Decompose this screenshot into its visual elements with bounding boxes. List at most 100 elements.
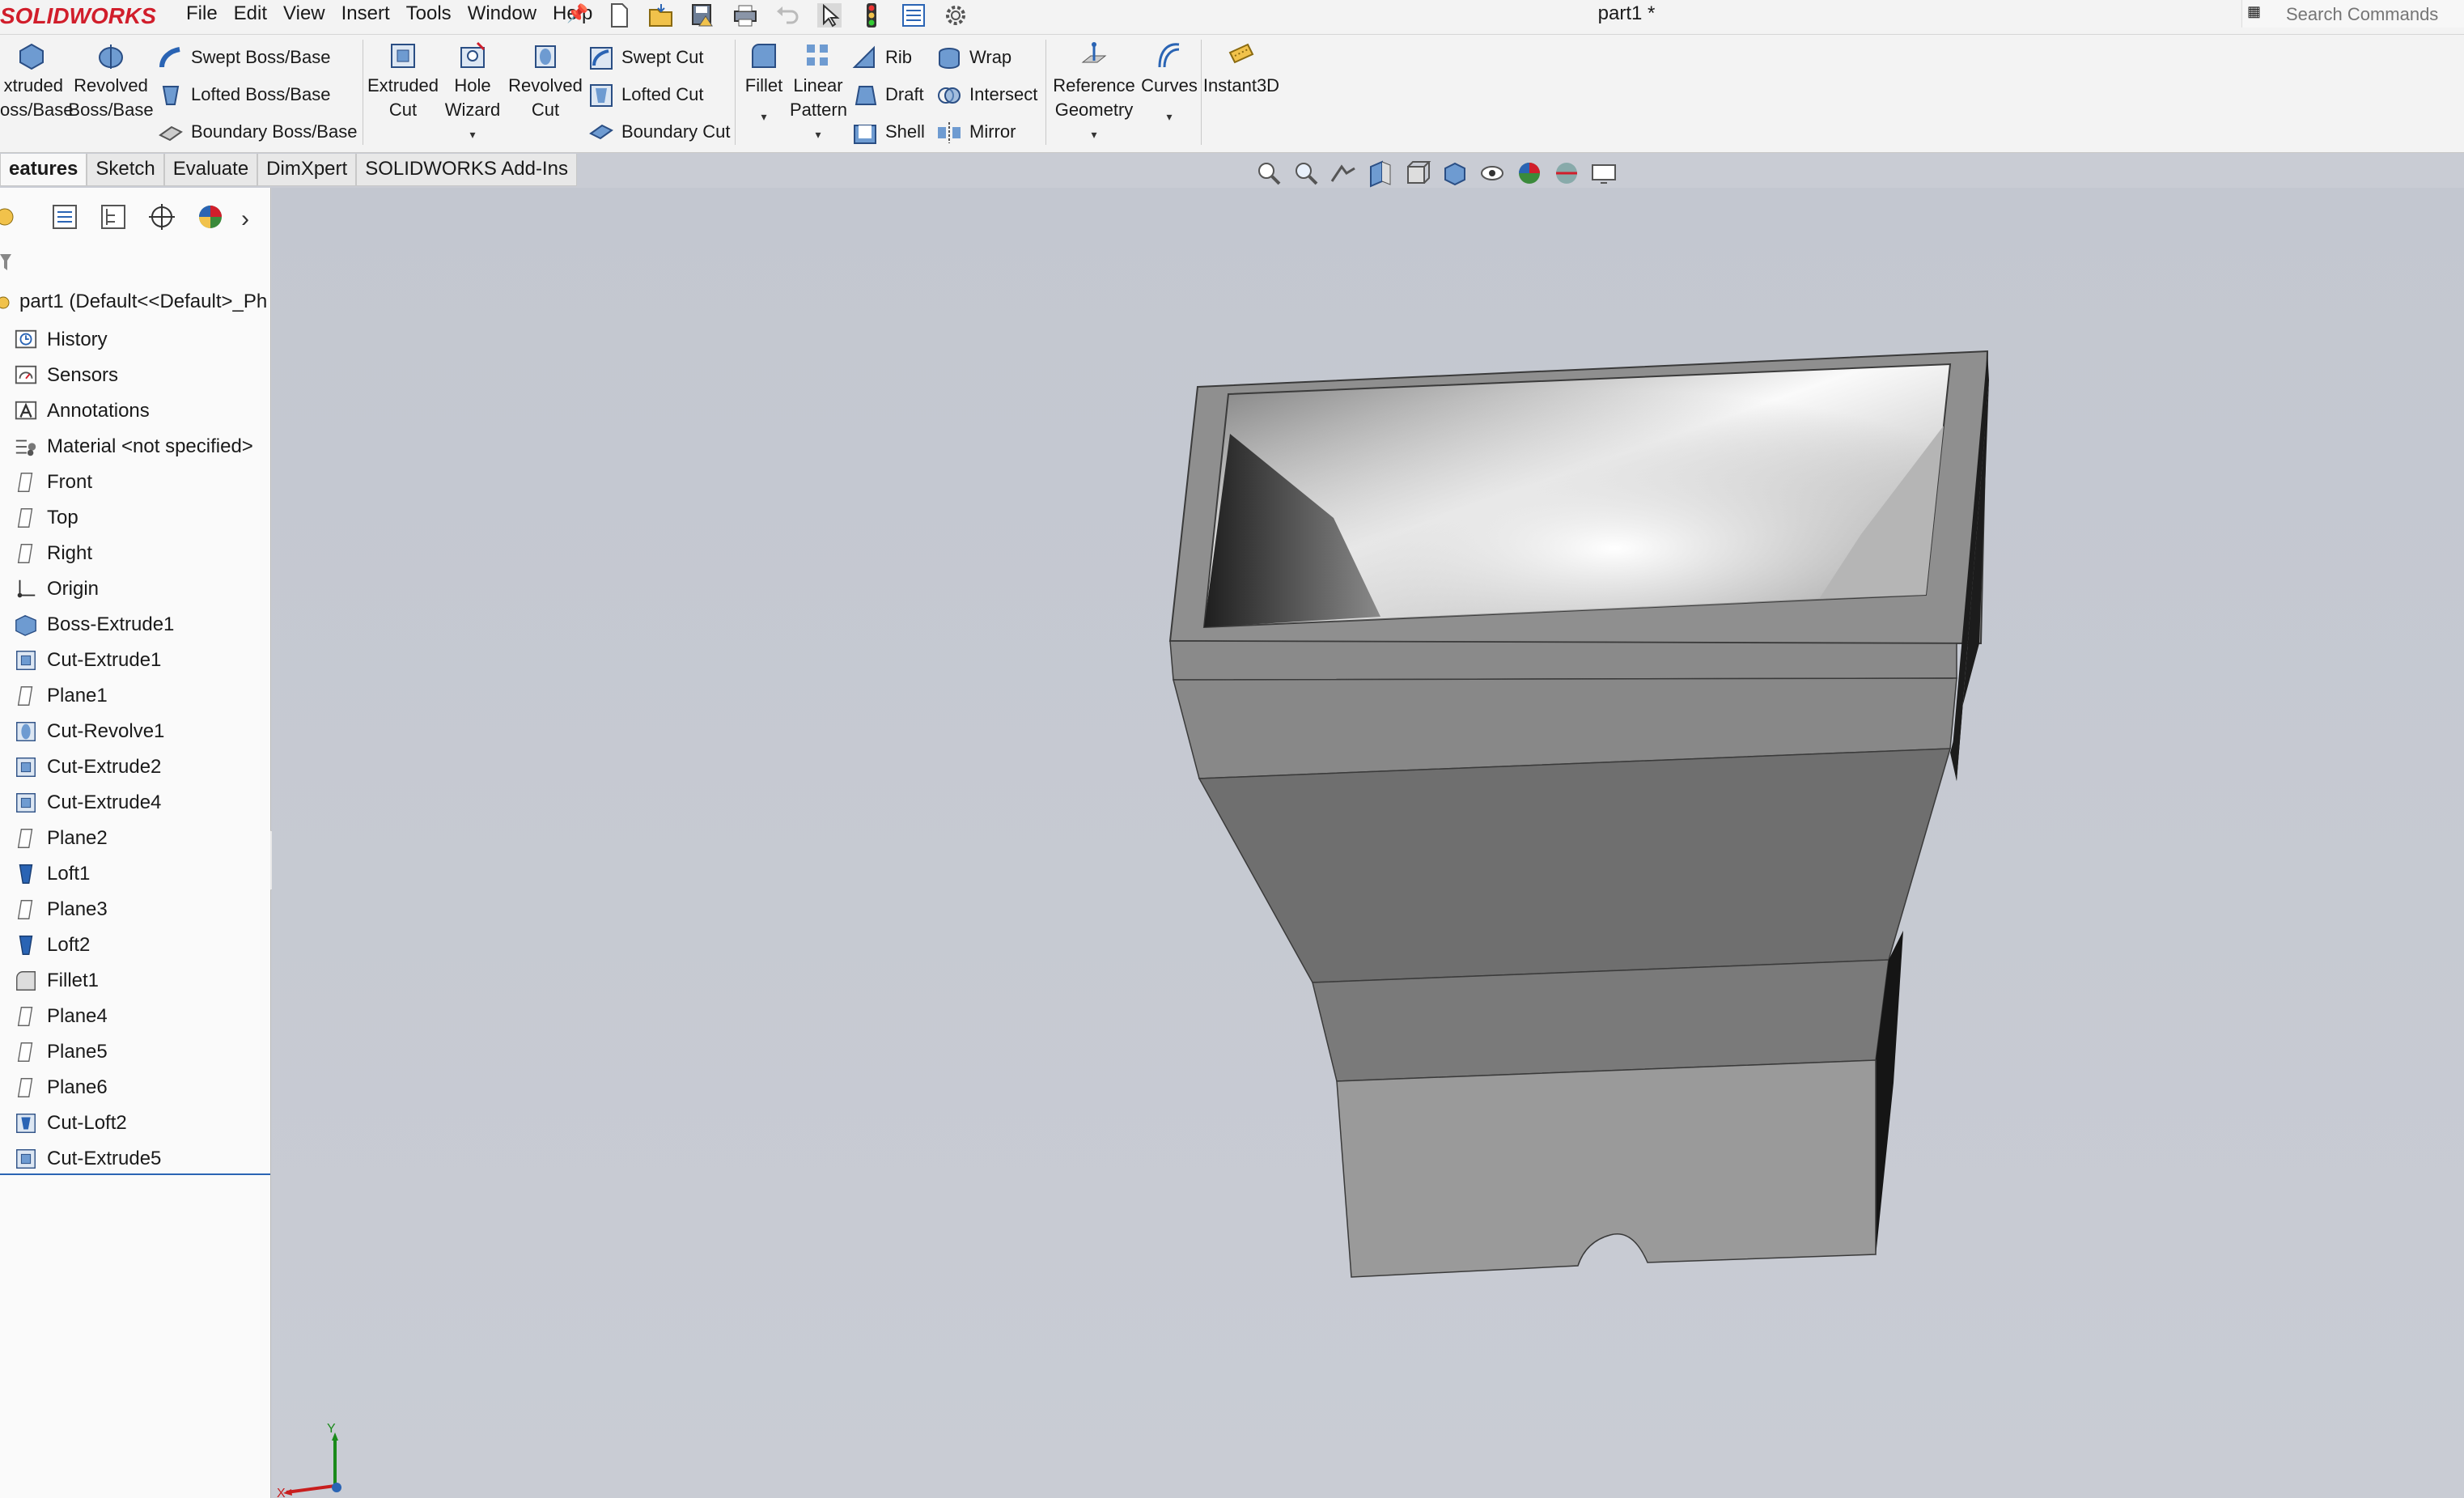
linear-pattern-dropdown-icon[interactable]: ▾ — [790, 122, 846, 146]
previous-view-icon[interactable] — [1329, 157, 1363, 189]
graphics-area[interactable] — [272, 188, 2464, 1498]
apply-scene-icon[interactable] — [1552, 157, 1586, 189]
dimxpert-manager-tab-icon[interactable] — [146, 201, 181, 236]
reference-geometry-dropdown-icon[interactable]: ▾ — [1050, 122, 1138, 146]
linear-pattern-button[interactable]: Linear Pattern ▾ — [790, 40, 847, 146]
rollback-bar[interactable] — [0, 1173, 270, 1175]
tree-item-plane5[interactable]: Plane5 — [0, 1034, 270, 1070]
mirror-button[interactable]: Mirror — [935, 116, 1016, 148]
save-icon[interactable] — [689, 2, 725, 29]
tree-item-front[interactable]: Front — [0, 465, 270, 500]
tree-item-history[interactable]: History — [0, 322, 270, 358]
menu-view[interactable]: View — [275, 0, 333, 29]
lofted-boss-button[interactable]: Lofted Boss/Base — [157, 79, 330, 111]
tree-item-plane6[interactable]: Plane6 — [0, 1070, 270, 1105]
feature-manager-tab-icon[interactable] — [0, 201, 36, 236]
rebuild-icon[interactable] — [858, 2, 893, 29]
tree-item-plane4[interactable]: Plane4 — [0, 999, 270, 1034]
tree-item-cut-extrude2[interactable]: Cut-Extrude2 — [0, 749, 270, 785]
tab-features[interactable]: eatures — [0, 154, 87, 186]
tree-item-origin[interactable]: Origin — [0, 571, 270, 607]
intersect-button[interactable]: Intersect — [935, 79, 1037, 111]
tab-sketch[interactable]: Sketch — [87, 154, 164, 186]
tree-item-right[interactable]: Right — [0, 536, 270, 571]
tree-item-sensors[interactable]: Sensors — [0, 358, 270, 393]
extruded-boss-button[interactable]: xtruded oss/Base — [0, 40, 74, 122]
swept-boss-button[interactable]: Swept Boss/Base — [157, 41, 330, 74]
shell-button[interactable]: Shell — [851, 116, 925, 148]
zoom-to-area-icon[interactable] — [1291, 157, 1325, 189]
menu-insert[interactable]: Insert — [333, 0, 398, 29]
display-style-icon[interactable] — [1440, 157, 1474, 189]
boundary-cut-button[interactable]: Boundary Cut — [587, 116, 731, 148]
tree-item-plane2[interactable]: Plane2 — [0, 821, 270, 856]
fillet-dropdown-icon[interactable]: ▾ — [740, 104, 788, 129]
tree-root-part[interactable]: part1 (Default<<Default>_Ph — [0, 286, 270, 317]
hole-wizard-button[interactable]: Hole Wizard ▾ — [442, 40, 503, 146]
menu-file[interactable]: File — [178, 0, 226, 29]
pin-icon[interactable]: 📌 — [566, 3, 588, 24]
tree-item-cut-extrude4[interactable]: Cut-Extrude4 — [0, 785, 270, 821]
instant3d-button[interactable]: Instant3D — [1202, 40, 1280, 98]
tab-dimxpert[interactable]: DimXpert — [257, 154, 357, 186]
boundary-boss-button[interactable]: Boundary Boss/Base — [157, 116, 357, 148]
print-icon[interactable] — [732, 2, 767, 29]
chevron-right-icon[interactable]: › — [241, 206, 249, 233]
menu-tools[interactable]: Tools — [398, 0, 460, 29]
revolved-boss-button[interactable]: Revolved Boss/Base — [68, 40, 154, 122]
tree-item-cut-loft2[interactable]: Cut-Loft2 — [0, 1105, 270, 1141]
tree-item-top[interactable]: Top — [0, 500, 270, 536]
part-model[interactable] — [272, 188, 2464, 1498]
tree-item-label: Top — [47, 507, 78, 528]
hide-show-items-icon[interactable] — [1478, 157, 1512, 189]
open-document-icon[interactable] — [647, 2, 683, 29]
fillet-button[interactable]: Fillet ▾ — [740, 40, 788, 129]
extruded-cut-button[interactable]: Extruded Cut — [366, 40, 440, 122]
tree-item-cut-extrude1[interactable]: Cut-Extrude1 — [0, 643, 270, 678]
options-gear-icon[interactable] — [942, 2, 978, 29]
menu-window[interactable]: Window — [460, 0, 545, 29]
section-view-icon[interactable] — [1366, 157, 1400, 189]
revolved-cut-icon — [535, 45, 556, 68]
solidworks-logo[interactable]: SOLIDWORKS — [0, 2, 162, 31]
filter-icon[interactable] — [0, 252, 13, 272]
search-icon[interactable]: ▦ — [2247, 3, 2265, 21]
reference-geometry-button[interactable]: Reference Geometry ▾ — [1050, 40, 1138, 146]
tree-item-label: Plane2 — [47, 827, 108, 849]
search-input[interactable] — [2284, 2, 2458, 27]
tree-item-boss-extrude1[interactable]: Boss-Extrude1 — [0, 607, 270, 643]
tab-solidworks-add-ins[interactable]: SOLIDWORKS Add-Ins — [356, 154, 577, 186]
hole-wizard-dropdown-icon[interactable]: ▾ — [442, 122, 503, 146]
tree-item-plane3[interactable]: Plane3 — [0, 892, 270, 927]
edit-appearance-icon[interactable] — [1515, 157, 1549, 189]
wrap-button[interactable]: Wrap — [935, 41, 1011, 74]
tree-item-fillet1[interactable]: Fillet1 — [0, 963, 270, 999]
tab-evaluate[interactable]: Evaluate — [163, 154, 258, 186]
view-orientation-icon[interactable] — [1403, 157, 1437, 189]
curves-dropdown-icon[interactable]: ▾ — [1139, 104, 1199, 129]
tree-item-annotations[interactable]: Annotations — [0, 393, 270, 429]
rib-button[interactable]: Rib — [851, 41, 912, 74]
property-manager-tab-icon[interactable] — [49, 201, 84, 236]
select-icon[interactable] — [816, 2, 851, 29]
lofted-cut-button[interactable]: Lofted Cut — [587, 79, 704, 111]
view-settings-icon[interactable] — [1589, 157, 1623, 189]
swept-cut-button[interactable]: Swept Cut — [587, 41, 704, 74]
file-properties-icon[interactable] — [900, 2, 935, 29]
display-manager-tab-icon[interactable] — [194, 201, 230, 236]
undo-icon[interactable] — [774, 2, 809, 29]
new-document-icon[interactable] — [605, 2, 641, 29]
tree-item-cut-extrude5[interactable]: Cut-Extrude5 — [0, 1141, 270, 1177]
curves-button[interactable]: Curves ▾ — [1139, 40, 1199, 129]
tree-item-material-not-specified[interactable]: Material <not specified> — [0, 429, 270, 465]
zoom-to-fit-icon[interactable] — [1254, 157, 1288, 189]
configuration-manager-tab-icon[interactable] — [97, 201, 133, 236]
draft-button[interactable]: Draft — [851, 79, 924, 111]
tree-item-label: Cut-Extrude2 — [47, 756, 162, 778]
revolved-cut-button[interactable]: Revolved Cut — [505, 40, 586, 122]
tree-item-plane1[interactable]: Plane1 — [0, 678, 270, 714]
menu-edit[interactable]: Edit — [226, 0, 275, 29]
tree-item-loft2[interactable]: Loft2 — [0, 927, 270, 963]
tree-item-loft1[interactable]: Loft1 — [0, 856, 270, 892]
tree-item-cut-revolve1[interactable]: Cut-Revolve1 — [0, 714, 270, 749]
